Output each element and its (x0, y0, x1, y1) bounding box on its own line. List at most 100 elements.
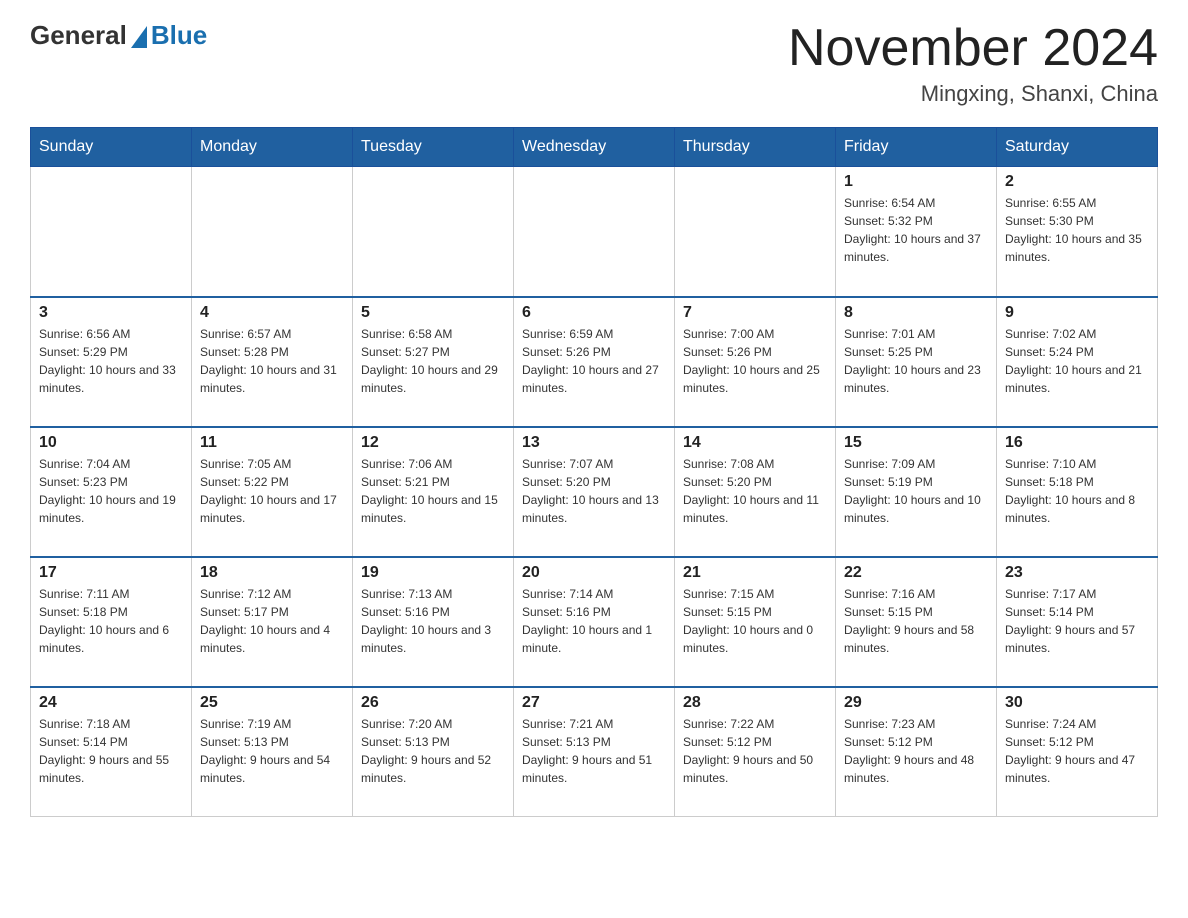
day-number: 21 (683, 564, 827, 582)
day-number: 28 (683, 694, 827, 712)
calendar-weekday-header: Monday (192, 128, 353, 167)
calendar-day-cell: 13 Sunrise: 7:07 AM Sunset: 5:20 PM Dayli… (514, 427, 675, 557)
day-number: 5 (361, 304, 505, 322)
day-info: Sunrise: 7:06 AM Sunset: 5:21 PM Dayligh… (361, 455, 505, 527)
calendar-day-cell: 3 Sunrise: 6:56 AM Sunset: 5:29 PM Daylig… (31, 297, 192, 427)
day-number: 14 (683, 434, 827, 452)
day-number: 7 (683, 304, 827, 322)
day-info: Sunrise: 7:08 AM Sunset: 5:20 PM Dayligh… (683, 455, 827, 527)
day-info: Sunrise: 7:01 AM Sunset: 5:25 PM Dayligh… (844, 325, 988, 397)
day-number: 1 (844, 173, 988, 191)
day-info: Sunrise: 7:00 AM Sunset: 5:26 PM Dayligh… (683, 325, 827, 397)
logo-blue-text: Blue (151, 20, 207, 51)
day-number: 23 (1005, 564, 1149, 582)
day-number: 25 (200, 694, 344, 712)
day-info: Sunrise: 7:07 AM Sunset: 5:20 PM Dayligh… (522, 455, 666, 527)
day-info: Sunrise: 7:11 AM Sunset: 5:18 PM Dayligh… (39, 585, 183, 657)
day-info: Sunrise: 7:20 AM Sunset: 5:13 PM Dayligh… (361, 715, 505, 787)
calendar-day-cell: 28 Sunrise: 7:22 AM Sunset: 5:12 PM Dayli… (675, 687, 836, 817)
day-info: Sunrise: 7:14 AM Sunset: 5:16 PM Dayligh… (522, 585, 666, 657)
calendar-week-row: 10Sunrise: 7:04 AM Sunset: 5:23 PM Dayli… (31, 427, 1158, 557)
calendar-table: SundayMondayTuesdayWednesdayThursdayFrid… (30, 127, 1158, 817)
day-info: Sunrise: 7:09 AM Sunset: 5:19 PM Dayligh… (844, 455, 988, 527)
day-info: Sunrise: 7:12 AM Sunset: 5:17 PM Dayligh… (200, 585, 344, 657)
calendar-day-cell: 4Sunrise: 6:57 AM Sunset: 5:28 PM Daylig… (192, 297, 353, 427)
day-info: Sunrise: 7:22 AM Sunset: 5:12 PM Dayligh… (683, 715, 827, 787)
location-text: Mingxing, Shanxi, China (788, 81, 1158, 107)
day-info: Sunrise: 7:10 AM Sunset: 5:18 PM Dayligh… (1005, 455, 1149, 527)
calendar-day-cell: 2Sunrise: 6:55 AM Sunset: 5:30 PM Daylig… (997, 167, 1158, 297)
day-number: 11 (200, 434, 344, 452)
day-number: 10 (39, 434, 183, 452)
day-number: 15 (844, 434, 988, 452)
calendar-day-cell: 21 Sunrise: 7:15 AM Sunset: 5:15 PM Dayli… (675, 557, 836, 687)
calendar-day-cell: 14 Sunrise: 7:08 AM Sunset: 5:20 PM Dayli… (675, 427, 836, 557)
day-info: Sunrise: 6:56 AM Sunset: 5:29 PM Dayligh… (39, 325, 183, 397)
calendar-day-cell: 24Sunrise: 7:18 AM Sunset: 5:14 PM Dayli… (31, 687, 192, 817)
calendar-day-cell (31, 167, 192, 297)
calendar-day-cell: 16 Sunrise: 7:10 AM Sunset: 5:18 PM Dayli… (997, 427, 1158, 557)
calendar-day-cell: 10Sunrise: 7:04 AM Sunset: 5:23 PM Dayli… (31, 427, 192, 557)
day-info: Sunrise: 7:21 AM Sunset: 5:13 PM Dayligh… (522, 715, 666, 787)
month-title: November 2024 (788, 20, 1158, 77)
day-number: 13 (522, 434, 666, 452)
calendar-day-cell: 15 Sunrise: 7:09 AM Sunset: 5:19 PM Dayli… (836, 427, 997, 557)
day-number: 8 (844, 304, 988, 322)
calendar-weekday-header: Tuesday (353, 128, 514, 167)
calendar-day-cell: 19Sunrise: 7:13 AM Sunset: 5:16 PM Dayli… (353, 557, 514, 687)
day-info: Sunrise: 6:55 AM Sunset: 5:30 PM Dayligh… (1005, 194, 1149, 266)
day-number: 27 (522, 694, 666, 712)
calendar-day-cell (675, 167, 836, 297)
day-info: Sunrise: 7:16 AM Sunset: 5:15 PM Dayligh… (844, 585, 988, 657)
calendar-day-cell: 8 Sunrise: 7:01 AM Sunset: 5:25 PM Daylig… (836, 297, 997, 427)
day-number: 22 (844, 564, 988, 582)
calendar-day-cell: 26Sunrise: 7:20 AM Sunset: 5:13 PM Dayli… (353, 687, 514, 817)
day-info: Sunrise: 6:58 AM Sunset: 5:27 PM Dayligh… (361, 325, 505, 397)
day-info: Sunrise: 7:24 AM Sunset: 5:12 PM Dayligh… (1005, 715, 1149, 787)
day-info: Sunrise: 6:59 AM Sunset: 5:26 PM Dayligh… (522, 325, 666, 397)
calendar-header-row: SundayMondayTuesdayWednesdayThursdayFrid… (31, 128, 1158, 167)
calendar-day-cell (353, 167, 514, 297)
day-number: 29 (844, 694, 988, 712)
day-info: Sunrise: 7:19 AM Sunset: 5:13 PM Dayligh… (200, 715, 344, 787)
calendar-week-row: 3 Sunrise: 6:56 AM Sunset: 5:29 PM Daylig… (31, 297, 1158, 427)
calendar-week-row: 1 Sunrise: 6:54 AM Sunset: 5:32 PM Daylig… (31, 167, 1158, 297)
calendar-day-cell: 12 Sunrise: 7:06 AM Sunset: 5:21 PM Dayli… (353, 427, 514, 557)
day-number: 24 (39, 694, 183, 712)
calendar-day-cell: 17 Sunrise: 7:11 AM Sunset: 5:18 PM Dayli… (31, 557, 192, 687)
calendar-day-cell: 23 Sunrise: 7:17 AM Sunset: 5:14 PM Dayli… (997, 557, 1158, 687)
day-info: Sunrise: 6:54 AM Sunset: 5:32 PM Dayligh… (844, 194, 988, 266)
calendar-week-row: 24Sunrise: 7:18 AM Sunset: 5:14 PM Dayli… (31, 687, 1158, 817)
calendar-day-cell: 29Sunrise: 7:23 AM Sunset: 5:12 PM Dayli… (836, 687, 997, 817)
calendar-day-cell (192, 167, 353, 297)
day-number: 30 (1005, 694, 1149, 712)
day-number: 20 (522, 564, 666, 582)
calendar-weekday-header: Saturday (997, 128, 1158, 167)
logo-triangle-icon (131, 26, 147, 48)
day-number: 12 (361, 434, 505, 452)
calendar-weekday-header: Wednesday (514, 128, 675, 167)
calendar-day-cell: 30 Sunrise: 7:24 AM Sunset: 5:12 PM Dayli… (997, 687, 1158, 817)
day-number: 18 (200, 564, 344, 582)
day-info: Sunrise: 7:15 AM Sunset: 5:15 PM Dayligh… (683, 585, 827, 657)
calendar-day-cell: 1 Sunrise: 6:54 AM Sunset: 5:32 PM Daylig… (836, 167, 997, 297)
logo: General Blue (30, 20, 207, 55)
day-number: 6 (522, 304, 666, 322)
calendar-day-cell: 18 Sunrise: 7:12 AM Sunset: 5:17 PM Dayli… (192, 557, 353, 687)
page-header: General Blue November 2024 Mingxing, Sha… (30, 20, 1158, 107)
calendar-day-cell: 22 Sunrise: 7:16 AM Sunset: 5:15 PM Dayli… (836, 557, 997, 687)
day-number: 16 (1005, 434, 1149, 452)
day-number: 19 (361, 564, 505, 582)
calendar-day-cell: 25 Sunrise: 7:19 AM Sunset: 5:13 PM Dayli… (192, 687, 353, 817)
day-number: 17 (39, 564, 183, 582)
day-number: 3 (39, 304, 183, 322)
calendar-day-cell: 11 Sunrise: 7:05 AM Sunset: 5:22 PM Dayli… (192, 427, 353, 557)
day-info: Sunrise: 7:02 AM Sunset: 5:24 PM Dayligh… (1005, 325, 1149, 397)
calendar-day-cell: 9Sunrise: 7:02 AM Sunset: 5:24 PM Daylig… (997, 297, 1158, 427)
calendar-week-row: 17 Sunrise: 7:11 AM Sunset: 5:18 PM Dayli… (31, 557, 1158, 687)
day-info: Sunrise: 7:05 AM Sunset: 5:22 PM Dayligh… (200, 455, 344, 527)
calendar-day-cell (514, 167, 675, 297)
day-info: Sunrise: 6:57 AM Sunset: 5:28 PM Dayligh… (200, 325, 344, 397)
day-info: Sunrise: 7:17 AM Sunset: 5:14 PM Dayligh… (1005, 585, 1149, 657)
logo-general-text: General (30, 20, 127, 51)
